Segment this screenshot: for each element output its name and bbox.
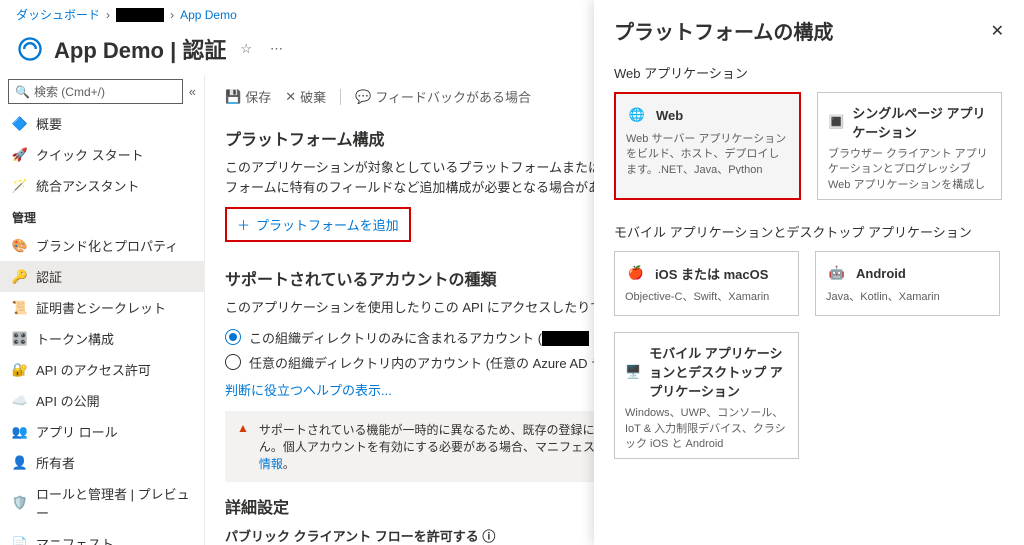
sidebar-item-expose-api[interactable]: ☁️API の公開 — [0, 385, 204, 416]
configure-platform-panel: プラットフォームの構成 ✕ Web アプリケーション 🌐Web Web サーバー… — [594, 0, 1024, 545]
breadcrumb-dashboard[interactable]: ダッシュボード — [16, 6, 100, 23]
panel-title: プラットフォームの構成 — [614, 16, 833, 45]
desktop-icon: 🖥️ — [625, 361, 641, 383]
token-icon: 🎛️ — [12, 331, 28, 347]
sidebar-item-api-permissions[interactable]: 🔐API のアクセス許可 — [0, 354, 204, 385]
certificate-icon: 📜 — [12, 300, 28, 316]
panel-group-mobile: モバイル アプリケーションとデスクトップ アプリケーション — [614, 222, 1004, 241]
sidebar-item-assistant[interactable]: 🪄統合アシスタント — [0, 170, 204, 201]
toolbar-separator — [340, 89, 341, 105]
overview-icon: 🔷 — [12, 116, 28, 132]
chevron-right-icon: › — [106, 8, 110, 22]
chevron-right-icon: › — [170, 8, 174, 22]
rocket-icon: 🚀 — [12, 147, 28, 163]
api-permission-icon: 🔐 — [12, 362, 28, 378]
spa-icon: 🔳 — [828, 111, 844, 133]
sidebar-group-manage: 管理 — [0, 201, 204, 230]
add-platform-button[interactable]: ＋ プラットフォームを追加 — [225, 207, 411, 242]
collapse-sidebar-icon[interactable]: « — [189, 84, 196, 99]
platform-card-desktop[interactable]: 🖥️モバイル アプリケーションとデスクトップ アプリケーション Windows、… — [614, 332, 799, 459]
roles-icon: 👥 — [12, 424, 28, 440]
feedback-icon: 💬 — [355, 89, 371, 105]
manifest-icon: 📄 — [12, 536, 28, 545]
sidebar-item-quickstart[interactable]: 🚀クイック スタート — [0, 139, 204, 170]
more-icon[interactable]: ⋯ — [266, 37, 287, 61]
search-input[interactable]: 🔍 検索 (Cmd+/) — [8, 79, 183, 104]
sidebar-item-app-roles[interactable]: 👥アプリ ロール — [0, 416, 204, 447]
save-icon: 💾 — [225, 89, 241, 105]
feedback-button[interactable]: 💬フィードバックがある場合 — [355, 87, 531, 106]
sidebar-item-owners[interactable]: 👤所有者 — [0, 447, 204, 478]
sidebar-item-manifest[interactable]: 📄マニフェスト — [0, 528, 204, 545]
close-icon[interactable]: ✕ — [991, 21, 1004, 41]
platform-card-ios[interactable]: 🍎iOS または macOS Objective-C、Swift、Xamarin — [614, 251, 799, 316]
wand-icon: 🪄 — [12, 178, 28, 194]
sidebar-item-roles-admin[interactable]: 🛡️ロールと管理者 | プレビュー — [0, 478, 204, 528]
platform-card-web[interactable]: 🌐Web Web サーバー アプリケーションをビルド、ホスト、デプロイします。.… — [614, 92, 801, 200]
radio-icon — [225, 329, 241, 345]
admin-icon: 🛡️ — [12, 495, 28, 511]
discard-icon: ✕ — [285, 89, 296, 105]
branding-icon: 🎨 — [12, 238, 28, 254]
sidebar-item-branding[interactable]: 🎨ブランド化とプロパティ — [0, 230, 204, 261]
owners-icon: 👤 — [12, 455, 28, 471]
info-icon[interactable]: ⓘ — [482, 529, 495, 544]
discard-button[interactable]: ✕破棄 — [285, 87, 326, 106]
platform-card-spa[interactable]: 🔳シングルページ アプリケーション ブラウザー クライアント アプリケーションと… — [817, 92, 1002, 200]
sidebar-item-overview[interactable]: 🔷概要 — [0, 108, 204, 139]
globe-icon: 🌐 — [626, 104, 648, 126]
search-icon: 🔍 — [15, 85, 30, 99]
search-placeholder: 検索 (Cmd+/) — [34, 83, 105, 100]
breadcrumb-app[interactable]: App Demo — [180, 8, 237, 22]
android-icon: 🤖 — [826, 262, 848, 284]
pin-icon[interactable]: ☆ — [236, 37, 256, 61]
app-registration-icon — [16, 35, 44, 63]
sidebar: 🔍 検索 (Cmd+/) « 🔷概要 🚀クイック スタート 🪄統合アシスタント … — [0, 75, 205, 545]
key-icon: 🔑 — [12, 269, 28, 285]
save-button[interactable]: 💾保存 — [225, 87, 271, 106]
page-title: App Demo | 認証 — [54, 33, 226, 65]
cloud-icon: ☁️ — [12, 393, 28, 409]
platform-card-android[interactable]: 🤖Android Java、Kotlin、Xamarin — [815, 251, 1000, 316]
sidebar-item-auth[interactable]: 🔑認証 — [0, 261, 204, 292]
plus-icon: ＋ — [237, 215, 250, 234]
apple-icon: 🍎 — [625, 262, 647, 284]
sidebar-item-certs[interactable]: 📜証明書とシークレット — [0, 292, 204, 323]
radio-icon — [225, 354, 241, 370]
sidebar-item-token[interactable]: 🎛️トークン構成 — [0, 323, 204, 354]
panel-group-web: Web アプリケーション — [614, 63, 1004, 82]
breadcrumb-tenant[interactable]: hidden — [116, 8, 164, 22]
warning-icon: ▲ — [237, 421, 249, 472]
